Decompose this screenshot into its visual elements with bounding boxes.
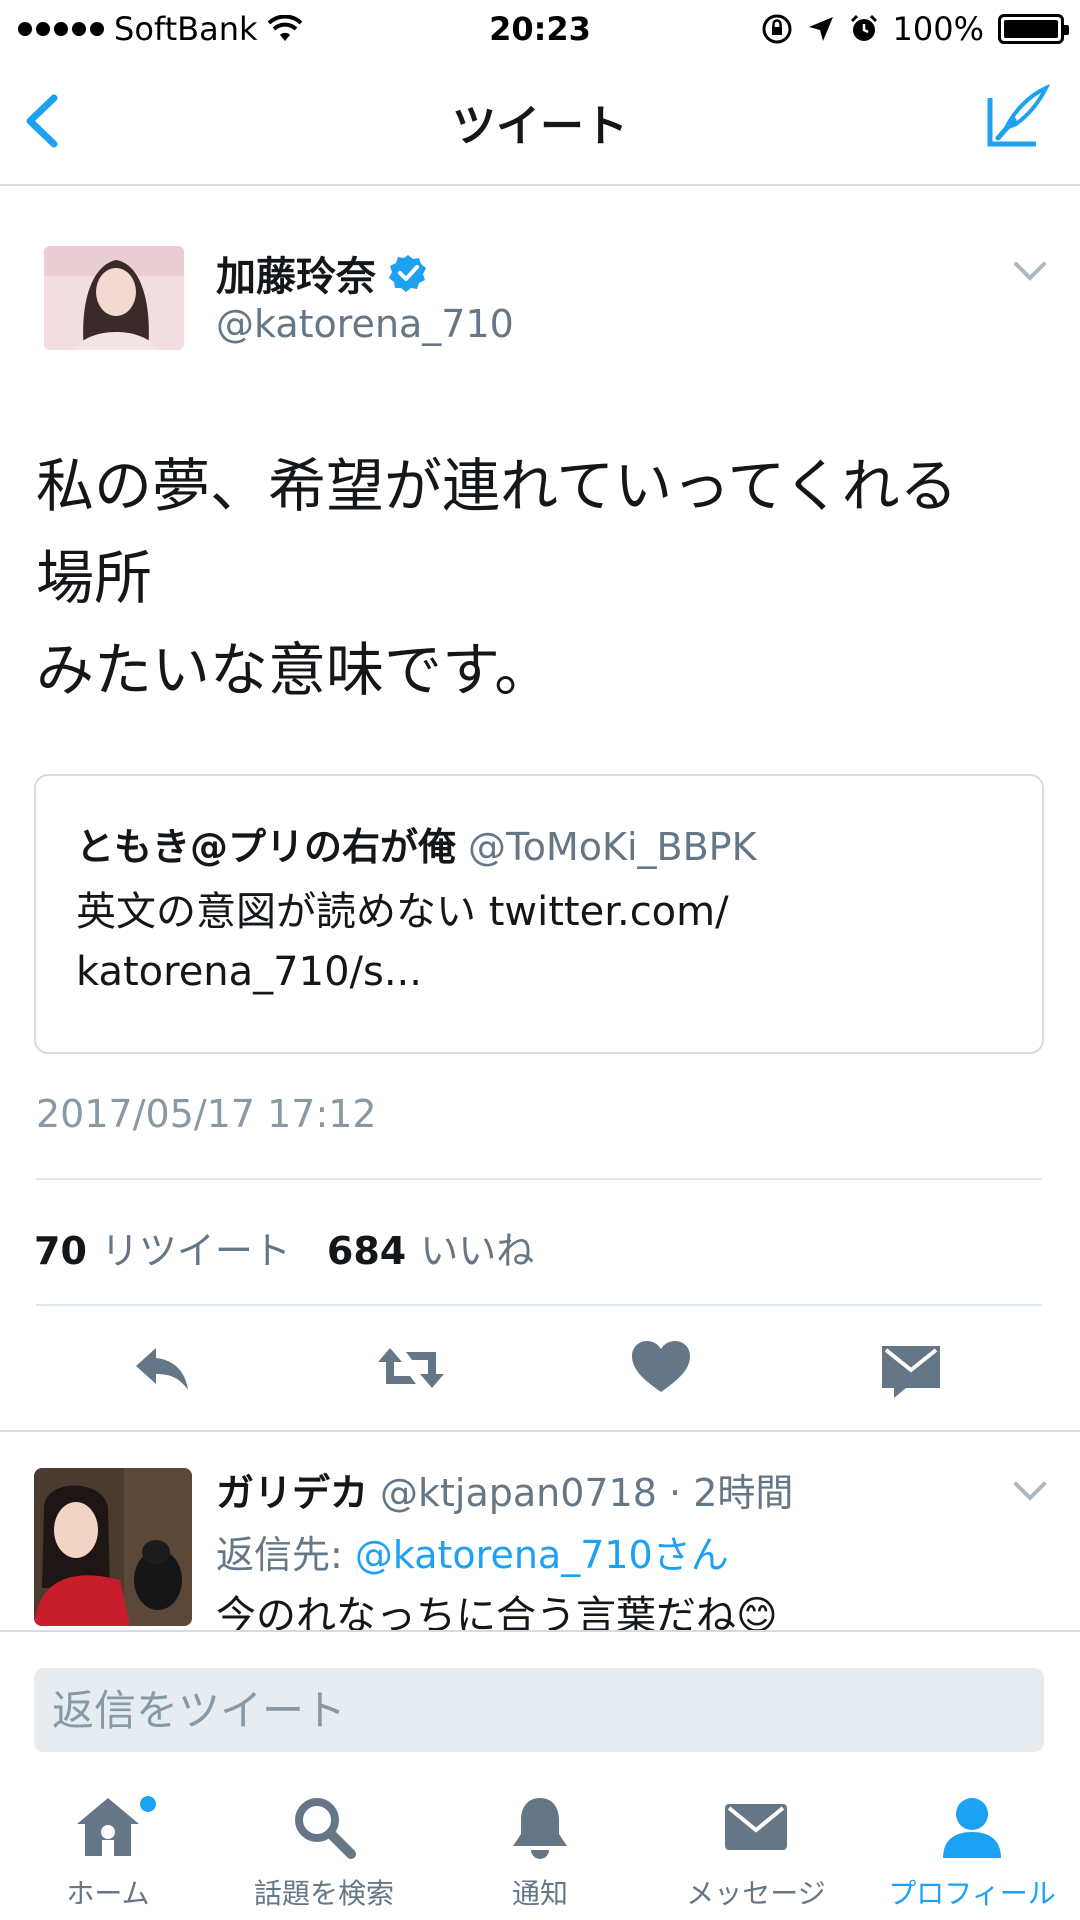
divider: [36, 1304, 1042, 1306]
tweet-text-line: 私の夢、希望が連れていってくれる: [36, 452, 958, 520]
reply-to-line: 返信先: @katorena_710さん: [216, 1524, 729, 1579]
tweet-text: 私の夢、希望が連れていってくれる 場所 みたいな意味です。: [36, 440, 1046, 716]
reply-meta: @ktjapan0718 · 2時間: [380, 1471, 794, 1515]
page-title: ツイート: [452, 101, 628, 152]
status-bar: SoftBank 20:23 100%: [0, 0, 1080, 60]
tab-label: 通知: [511, 1877, 568, 1910]
tab-label: プロフィール: [888, 1877, 1056, 1910]
tab-label: ホーム: [66, 1877, 150, 1910]
bell-icon: [513, 1798, 567, 1859]
author-avatar[interactable]: [44, 246, 184, 350]
tab-notifications[interactable]: 通知: [432, 1780, 648, 1920]
like-count[interactable]: 684: [327, 1229, 406, 1273]
quoted-author-name: ともき@プリの右が俺: [76, 825, 457, 869]
person-icon: [943, 1798, 1001, 1858]
section-divider: [0, 1430, 1080, 1432]
reply-author-avatar[interactable]: [34, 1468, 192, 1626]
reply-to-handle[interactable]: @katorena_710さん: [355, 1533, 729, 1577]
reply-text-container: 今のれなっちに合う言葉だね😊: [216, 1586, 1046, 1630]
direct-message-icon[interactable]: [876, 1338, 946, 1398]
tweet-timestamp: 2017/05/17 17:12: [36, 1092, 377, 1136]
status-right: 100%: [761, 10, 1069, 48]
reply-input[interactable]: [34, 1668, 1044, 1752]
reply-avatar-image: [34, 1468, 192, 1626]
reply-composer-bar: [0, 1630, 1080, 1760]
tweet-text-line: みたいな意味です。: [36, 636, 553, 704]
retweet-icon[interactable]: [376, 1338, 446, 1398]
engagement-counts: 70 リツイート 684 いいね: [34, 1220, 556, 1275]
avatar-image: [44, 246, 184, 350]
reply-author-name[interactable]: ガリデカ: [216, 1471, 368, 1515]
divider: [36, 1178, 1042, 1180]
quoted-text-line: 英文の意図が読めない twitter.com/: [76, 889, 729, 935]
tweet-text-line: 場所: [36, 544, 153, 612]
chevron-down-icon[interactable]: [1010, 1476, 1050, 1506]
quoted-tweet-header: ともき@プリの右が俺 @ToMoKi_BBPK: [76, 816, 757, 871]
alarm-icon: [850, 14, 877, 41]
like-label[interactable]: いいね: [420, 1220, 534, 1275]
quoted-tweet-text: 英文の意図が読めない twitter.com/ katorena_710/s..…: [76, 882, 729, 1002]
tab-label: 話題を検索: [253, 1877, 394, 1910]
tab-profile[interactable]: プロフィール: [864, 1780, 1080, 1920]
reply-header: ガリデカ @ktjapan0718 · 2時間: [216, 1462, 793, 1517]
chevron-down-icon[interactable]: [1010, 256, 1050, 286]
tab-home[interactable]: ホーム: [0, 1780, 216, 1920]
reply-to-prefix: 返信先:: [216, 1533, 355, 1577]
tab-messages[interactable]: メッセージ: [648, 1780, 864, 1920]
battery-percent: 100%: [892, 10, 984, 48]
action-row: [0, 1338, 1080, 1398]
retweet-label[interactable]: リツイート: [101, 1220, 291, 1275]
rotation-lock-icon: [762, 14, 792, 44]
quoted-text-line: katorena_710/s...: [76, 949, 422, 995]
notification-dot: [140, 1796, 156, 1812]
battery-icon: [998, 14, 1069, 44]
author-handle[interactable]: @katorena_710: [216, 302, 514, 346]
quoted-author-handle: @ToMoKi_BBPK: [468, 825, 757, 869]
retweet-count[interactable]: 70: [34, 1229, 87, 1273]
author-name-text: 加藤玲奈: [216, 254, 376, 300]
home-icon: [77, 1798, 139, 1856]
like-heart-icon[interactable]: [626, 1338, 696, 1398]
nav-bar: ツイート: [0, 60, 1080, 186]
tab-search[interactable]: 話題を検索: [216, 1780, 432, 1920]
search-icon: [295, 1798, 356, 1859]
reply-text: 今のれなっちに合う言葉だね😊: [216, 1593, 778, 1630]
tab-label: メッセージ: [686, 1877, 826, 1910]
envelope-icon: [725, 1804, 787, 1850]
quoted-tweet-card[interactable]: ともき@プリの右が俺 @ToMoKi_BBPK 英文の意図が読めない twitte…: [34, 774, 1044, 1054]
verified-badge-icon: [389, 255, 426, 292]
location-arrow-icon: [808, 17, 833, 41]
author-name[interactable]: 加藤玲奈: [216, 244, 428, 302]
reply-icon[interactable]: [128, 1338, 198, 1398]
compose-tweet-icon[interactable]: [984, 84, 1050, 150]
tab-bar: ホーム 話題を検索 通知 メッセージ プロフィール: [0, 1780, 1080, 1920]
